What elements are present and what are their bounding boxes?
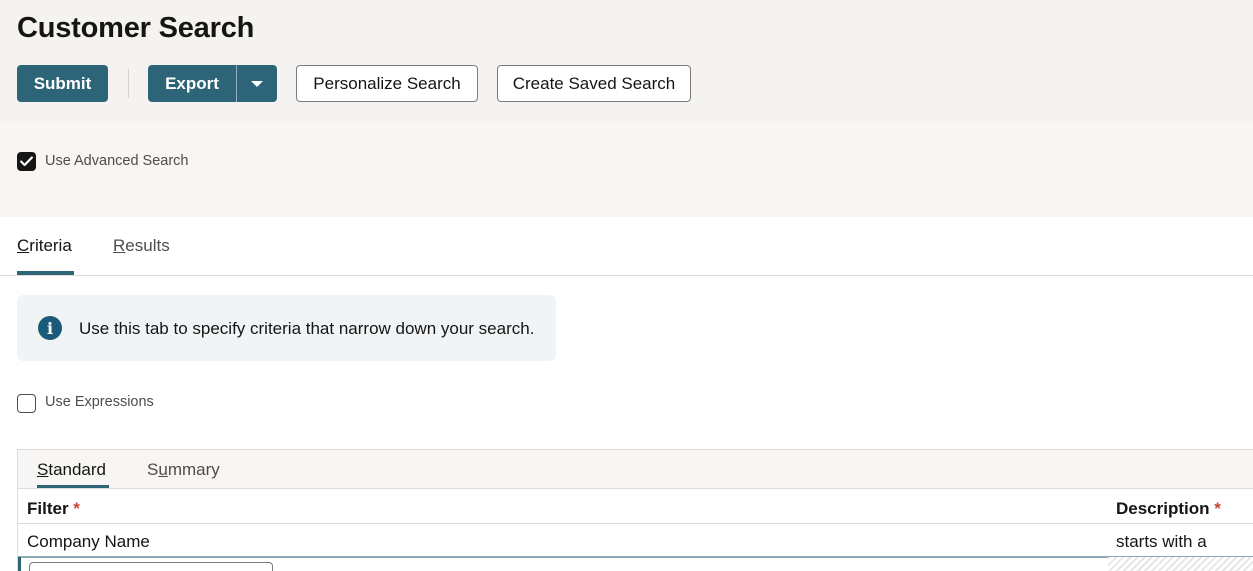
tab-criteria[interactable]: Criteria	[17, 236, 72, 256]
info-message: i Use this tab to specify criteria that …	[17, 295, 556, 361]
required-marker: *	[73, 499, 80, 518]
page-header: Customer Search Submit Export Personaliz…	[0, 0, 1253, 122]
check-icon	[20, 156, 33, 167]
main-tabs-divider	[0, 275, 1253, 276]
subtab-summary[interactable]: Summary	[147, 460, 220, 480]
use-expressions-checkbox[interactable]	[17, 394, 36, 413]
column-header-filter: Filter *	[27, 499, 80, 518]
toolbar-divider	[128, 69, 129, 98]
column-header-description: Description *	[1116, 499, 1221, 518]
info-message-text: Use this tab to specify criteria that na…	[79, 319, 535, 338]
tab-results[interactable]: Results	[113, 236, 170, 256]
export-button[interactable]: Export	[148, 65, 236, 102]
table-cell-description[interactable]: starts with a	[1116, 532, 1207, 552]
use-advanced-search-label: Use Advanced Search	[45, 153, 189, 169]
customer-search-page: Customer Search Submit Export Personaliz…	[0, 0, 1253, 571]
table-cell-filter[interactable]: Company Name	[27, 532, 150, 552]
selected-row-marker	[18, 557, 21, 571]
subtab-standard-active-indicator	[37, 485, 109, 488]
export-menu-button[interactable]	[237, 65, 277, 102]
disabled-cell	[1108, 557, 1253, 571]
use-advanced-search-checkbox[interactable]	[17, 152, 36, 171]
criteria-value-input[interactable]	[29, 562, 273, 571]
subtab-standard[interactable]: Standard	[37, 460, 106, 480]
criteria-subtabs-bar: Standard Summary	[18, 450, 1253, 489]
info-icon: i	[38, 316, 62, 340]
page-title: Customer Search	[17, 12, 255, 44]
personalize-search-button[interactable]: Personalize Search	[296, 65, 478, 102]
advanced-search-band	[0, 122, 1253, 217]
use-expressions-label: Use Expressions	[45, 394, 154, 410]
selected-row-border	[18, 556, 1253, 558]
required-marker: *	[1214, 499, 1221, 518]
caret-down-icon	[251, 80, 263, 87]
submit-button[interactable]: Submit	[17, 65, 108, 102]
grid-header-divider	[18, 523, 1253, 524]
create-saved-search-button[interactable]: Create Saved Search	[497, 65, 691, 102]
criteria-panel: Standard Summary Filter * Description * …	[17, 449, 1253, 571]
